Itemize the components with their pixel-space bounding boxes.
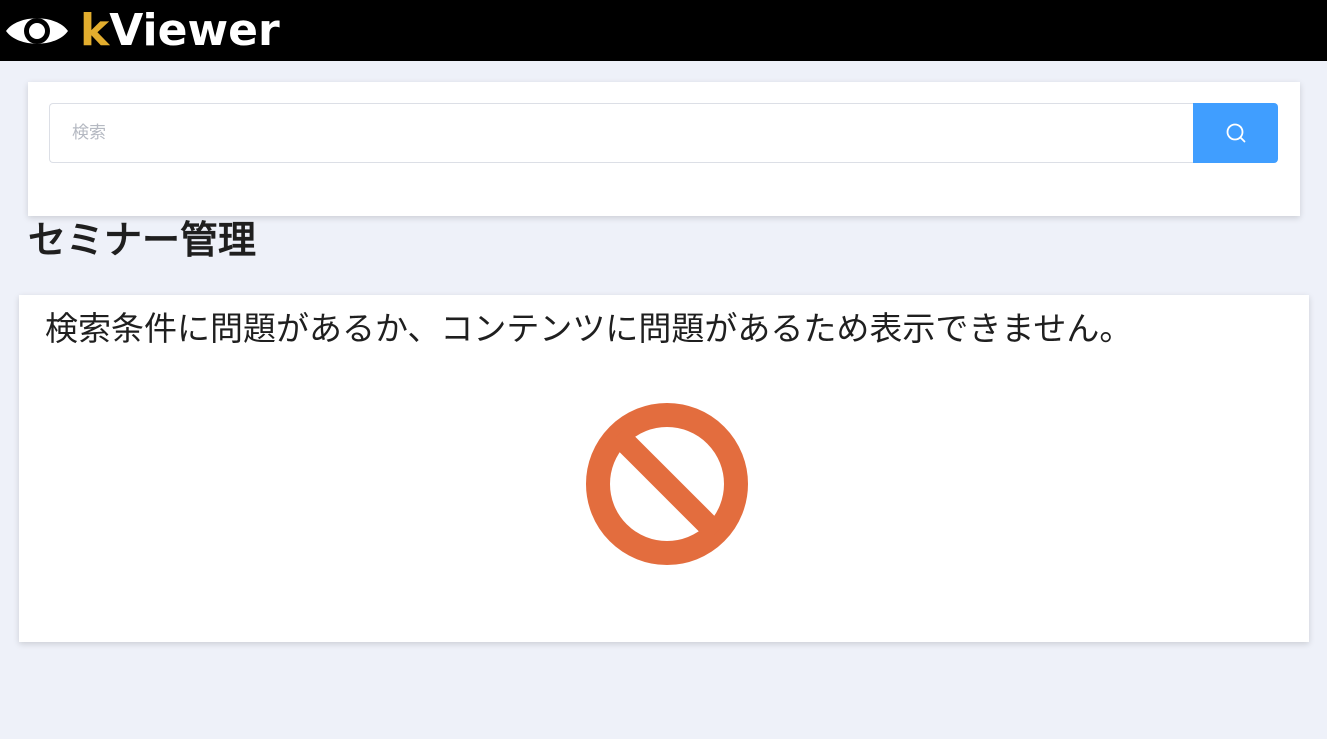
app-logo[interactable]: kViewer	[0, 0, 280, 61]
page-title: セミナー管理	[28, 218, 257, 262]
app-name-rest: Viewer	[109, 5, 280, 56]
eye-icon	[6, 17, 68, 44]
app-name: kViewer	[80, 0, 280, 61]
search-bar	[49, 103, 1278, 163]
error-message: 検索条件に問題があるか、コンテンツに問題があるため表示できません。	[45, 309, 1133, 348]
content-panel: 検索条件に問題があるか、コンテンツに問題があるため表示できません。	[19, 295, 1309, 642]
search-panel	[28, 82, 1300, 216]
prohibited-icon	[586, 403, 748, 565]
search-input[interactable]	[49, 103, 1193, 163]
app-name-first-letter: k	[80, 5, 110, 56]
search-button[interactable]	[1193, 103, 1278, 163]
top-bar: kViewer	[0, 0, 1327, 61]
search-icon	[1226, 123, 1245, 143]
